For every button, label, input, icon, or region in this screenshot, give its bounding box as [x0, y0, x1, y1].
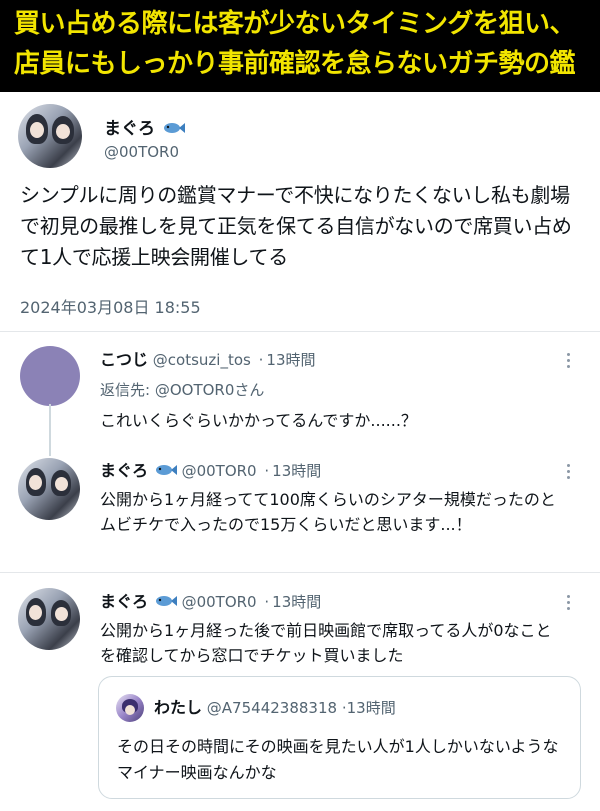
reply-author-handle[interactable]: @cotsuzi_tos [153, 351, 251, 369]
reply-author-name[interactable]: まぐろ [100, 592, 148, 611]
reply-author-name[interactable]: こつじ [100, 350, 148, 369]
reply-text: これいくらぐらいかかってるんですか......？ [100, 411, 417, 430]
thread-connector [49, 404, 51, 456]
avatar[interactable] [18, 458, 80, 520]
fish-icon [163, 123, 185, 133]
divider [0, 572, 600, 573]
reply-header: まぐろ @00TOR0 · 13時間 [100, 592, 321, 612]
fish-icon [155, 465, 177, 475]
author-handle[interactable]: @00TOR0 [104, 142, 179, 162]
caption-banner: 買い占める際には客が少ないタイミングを狙い、 店員にもしっかり事前確認を怠らない… [0, 0, 600, 92]
quoted-tweet-header: わたし @A75442388318 ·13時間 [154, 698, 396, 718]
reply-time[interactable]: 13時間 [272, 462, 321, 480]
avatar [116, 694, 144, 722]
reply-author-handle[interactable]: @00TOR0 [182, 462, 257, 480]
author-name[interactable]: まぐろ [104, 118, 185, 140]
reply-to-handle[interactable]: @OOTOR0さん [155, 381, 265, 399]
tweet-timestamp[interactable]: 2024年03月08日 18:55 [20, 294, 201, 318]
reply-to-label: 返信先: @OOTOR0さん [100, 380, 264, 400]
reply-time[interactable]: 13時間 [272, 593, 321, 611]
reply-text: 公開から1ヶ月経ってて100席くらいのシアター規模だったのとムビチケで入ったので… [100, 490, 556, 534]
reply-time[interactable]: 13時間 [266, 351, 315, 369]
reply-author-name[interactable]: まぐろ [100, 461, 148, 480]
avatar[interactable] [18, 588, 80, 650]
quoted-author-name: わたし [154, 698, 203, 717]
more-options-icon[interactable] [558, 350, 578, 370]
reply-header: まぐろ @00TOR0 · 13時間 [100, 461, 321, 481]
quoted-tweet-text: その日その時間にその映画を見たい人が1人しかいないようなマイナー映画なんかな [117, 737, 559, 782]
author-name-text: まぐろ [104, 119, 155, 139]
caption-line-1: 買い占める際には客が少ないタイミングを狙い、 [14, 9, 576, 39]
reply-to-prefix: 返信先: [100, 381, 151, 399]
reply-header: こつじ @cotsuzi_tos · 13時間 [100, 350, 316, 370]
separator-dot: · [264, 462, 270, 480]
separator-dot: · [258, 351, 264, 369]
tweet-text: シンプルに周りの鑑賞マナーで不快になりたくないし私も劇場で初見の最推しを見て正気… [20, 183, 572, 269]
quoted-author-handle: @A75442388318 [206, 699, 338, 717]
more-options-icon[interactable] [558, 592, 578, 612]
caption-line-2: 店員にもしっかり事前確認を怠らないガチ勢の鑑 [14, 49, 576, 79]
separator-dot: · [264, 593, 270, 611]
fish-icon [155, 596, 177, 606]
quoted-time: 13時間 [346, 699, 396, 717]
avatar[interactable] [18, 104, 82, 168]
reply-author-handle[interactable]: @00TOR0 [182, 593, 257, 611]
avatar[interactable] [20, 346, 80, 406]
more-options-icon[interactable] [558, 461, 578, 481]
divider [0, 331, 600, 332]
reply-text: 公開から1ヶ月経った後で前日映画館で席取ってる人が0なことを確認してから窓口でチ… [100, 621, 552, 665]
